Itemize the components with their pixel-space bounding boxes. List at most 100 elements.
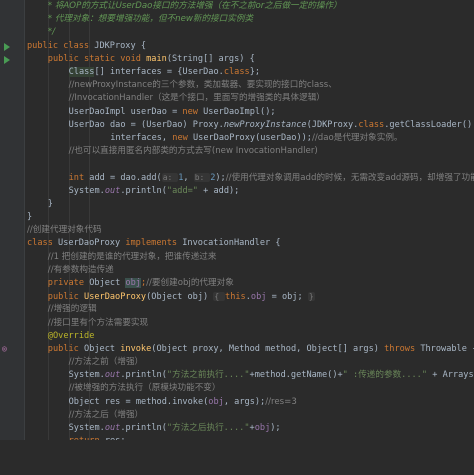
gutter-row[interactable] — [0, 171, 24, 184]
code-comment: //增强的逻辑 — [47, 304, 97, 315]
gutter-row[interactable] — [0, 92, 24, 105]
gutter-row[interactable] — [0, 396, 24, 409]
code-comment: //接口里有个方法需要实现 — [47, 317, 149, 328]
gutter-row[interactable] — [0, 356, 24, 369]
code-token: implements — [125, 238, 183, 249]
code-line[interactable]: System.out.println("方法之前执行...."+method.g… — [25, 369, 474, 382]
code-line[interactable]: public Object invoke(Object proxy, Metho… — [25, 343, 474, 356]
code-token: "方法之后执行...." — [166, 423, 250, 433]
code-token: class — [27, 238, 59, 249]
run-arrow-icon[interactable] — [4, 42, 10, 51]
gutter-row[interactable] — [0, 79, 24, 92]
gutter-row[interactable] — [0, 185, 24, 198]
code-line[interactable]: Class[] interfaces = {UserDao.class}; — [25, 66, 474, 79]
code-token: .println( — [120, 423, 167, 433]
code-editor[interactable]: ◎ * 将AOP的方式让UserDao接口的方法增强（在不之前or之后做一定的操… — [0, 0, 474, 440]
code-line[interactable]: //创建代理对象代码 — [25, 224, 474, 237]
gutter-row[interactable]: ◎ — [0, 343, 24, 356]
gutter-row[interactable] — [0, 277, 24, 290]
code-line[interactable]: public static void main(String[] args) { — [25, 53, 474, 66]
code-line[interactable]: * 代理对象：想要增强功能，但不new新的接口实例类 — [25, 13, 474, 26]
editor-gutter[interactable]: ◎ — [0, 0, 25, 440]
code-line[interactable]: public UserDaoProxy(Object obj) { this.o… — [25, 290, 474, 303]
gutter-row[interactable] — [0, 382, 24, 395]
code-line[interactable]: //接口里有个方法需要实现 — [25, 317, 474, 330]
code-line[interactable]: //也可以直接用匿名内部类的方式去写(new InvocationHandler… — [25, 145, 474, 158]
code-token: , — [183, 173, 194, 184]
code-line[interactable]: int add = dao.add(a: 1, b: 2);//使用代理对象调用… — [25, 171, 474, 184]
code-comment: //newProxyInstance的三个参数，类加载器、要实现的接口的clas… — [68, 80, 337, 91]
code-line[interactable]: public class JDKProxy { — [25, 40, 474, 53]
code-line[interactable]: //方法之前（增强） — [25, 356, 474, 369]
gutter-row[interactable] — [0, 422, 24, 435]
code-line[interactable]: //方法之后（增强） — [25, 409, 474, 422]
gutter-row[interactable] — [0, 369, 24, 382]
code-line[interactable]: } — [25, 198, 474, 211]
code-line[interactable]: //增强的逻辑 — [25, 303, 474, 316]
code-token: (Object obj) — [146, 292, 214, 303]
run-arrow-icon[interactable] — [4, 55, 10, 64]
code-line[interactable]: //InvocationHandler（这是个接口，里面写的增强类的具体逻辑） — [25, 92, 474, 105]
gutter-row[interactable] — [0, 0, 24, 13]
gutter-row[interactable] — [0, 53, 24, 66]
code-token: }; — [249, 66, 261, 77]
code-line[interactable]: System.out.println("方法之后执行...."+obj); — [25, 422, 474, 435]
gutter-row[interactable] — [0, 317, 24, 330]
gutter-row[interactable] — [0, 145, 24, 158]
gutter-row[interactable] — [0, 435, 24, 448]
gutter-row[interactable] — [0, 119, 24, 132]
code-line[interactable]: return res; — [25, 435, 474, 440]
code-comment: * 代理对象：想要增强功能，但不new新的接口实例类 — [47, 14, 254, 25]
gutter-row[interactable] — [0, 251, 24, 264]
code-line[interactable]: */ — [25, 26, 474, 39]
override-method-icon[interactable]: ◎ — [2, 344, 7, 353]
code-line[interactable]: class UserDaoProxy implements Invocation… — [25, 237, 474, 250]
gutter-row[interactable] — [0, 211, 24, 224]
code-token: Object res = method.invoke( — [68, 396, 209, 407]
code-token: } — [27, 212, 33, 222]
gutter-row[interactable] — [0, 409, 24, 422]
code-line[interactable]: //newProxyInstance的三个参数，类加载器、要实现的接口的clas… — [25, 79, 474, 92]
code-line[interactable]: private Object obj;//要创建obj的代理对象 — [25, 277, 474, 290]
code-line[interactable]: //有参数构造传递 — [25, 264, 474, 277]
code-line[interactable]: } — [25, 211, 474, 224]
code-line[interactable]: @Override — [25, 330, 474, 343]
gutter-row[interactable] — [0, 158, 24, 171]
gutter-row[interactable] — [0, 26, 24, 39]
code-token: + Arrays. — [427, 370, 474, 381]
gutter-row[interactable] — [0, 13, 24, 26]
gutter-row[interactable] — [0, 264, 24, 277]
gutter-row[interactable] — [0, 448, 24, 461]
gutter-row[interactable] — [0, 132, 24, 145]
gutter-row[interactable] — [0, 303, 24, 316]
gutter-row[interactable] — [0, 330, 24, 343]
gutter-row[interactable] — [0, 224, 24, 237]
code-token: ); — [215, 173, 226, 184]
code-area[interactable]: * 将AOP的方式让UserDao接口的方法增强（在不之前or之后做一定的操作）… — [25, 0, 474, 440]
gutter-row[interactable] — [0, 462, 24, 475]
code-token: [] interfaces = {UserDao. — [94, 66, 224, 77]
code-line[interactable] — [25, 158, 474, 171]
code-token: out — [104, 423, 121, 433]
code-line[interactable]: //被增强的方法执行（原模块功能不变） — [25, 382, 474, 395]
gutter-row[interactable] — [0, 106, 24, 119]
code-token: .getClassLoader(), — [384, 119, 474, 130]
code-token: Throwable { — [420, 343, 474, 354]
code-line[interactable]: //1 把创建的是谁的代理对象，把谁传递过来 — [25, 251, 474, 264]
code-line[interactable]: Object res = method.invoke(obj, args);//… — [25, 396, 474, 409]
code-line[interactable]: interfaces, new UserDaoProxy(userDao));/… — [25, 132, 474, 145]
code-token: "add=" — [166, 185, 198, 196]
gutter-row[interactable] — [0, 66, 24, 79]
code-line[interactable]: * 将AOP的方式让UserDao接口的方法增强（在不之前or之后做一定的操作） — [25, 0, 474, 13]
code-token: System. — [68, 185, 105, 196]
code-token: (JDKProxy. — [306, 119, 359, 130]
code-line[interactable]: UserDao dao = (UserDao) Proxy.newProxyIn… — [25, 119, 474, 132]
gutter-row[interactable] — [0, 290, 24, 303]
gutter-row[interactable] — [0, 198, 24, 211]
code-token: "方法之前执行...." — [166, 370, 250, 381]
code-line[interactable]: System.out.println("add=" + add); — [25, 185, 474, 198]
gutter-row[interactable] — [0, 237, 24, 250]
gutter-row[interactable] — [0, 40, 24, 53]
code-line[interactable]: UserDaoImpl userDao = new UserDaoImpl(); — [25, 106, 474, 119]
code-token: } — [47, 198, 53, 209]
